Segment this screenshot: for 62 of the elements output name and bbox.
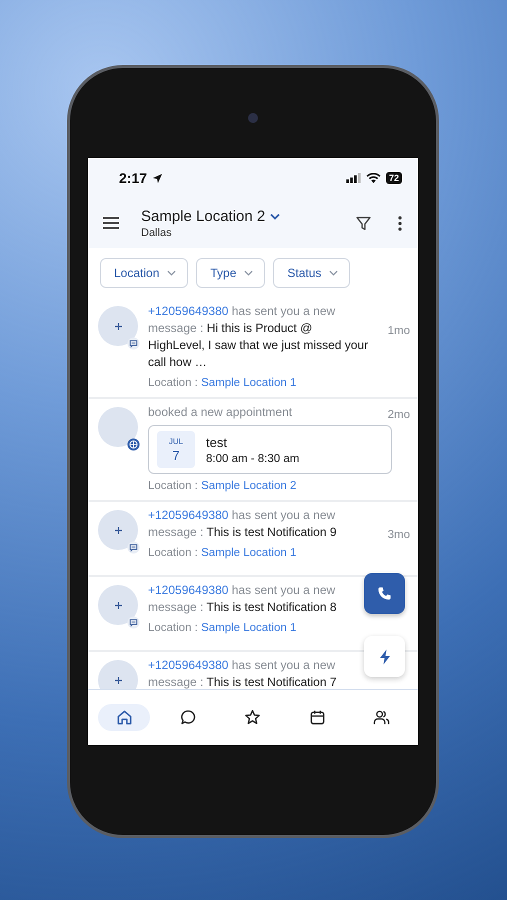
camera-dot — [248, 113, 258, 123]
filter-dropdown[interactable]: Location — [100, 258, 188, 288]
star-icon — [244, 709, 262, 726]
signal-icon — [346, 173, 361, 183]
notification-item[interactable]: booked a new appointment JUL 7 test 8:00 am - 8:30 am Location : Sample Location 2 2mo — [88, 399, 418, 502]
phone-icon — [377, 586, 392, 601]
chevron-down-icon — [167, 270, 176, 276]
notification-item[interactable]: +12059649380 has sent you a new message : This is test Notification 9 Location : Sample Location 1 3mo — [88, 502, 418, 577]
wifi-icon — [366, 172, 381, 184]
phone-link[interactable]: +12059649380 — [148, 658, 228, 672]
phone-link[interactable]: +12059649380 — [148, 304, 228, 318]
avatar-circle — [98, 306, 138, 346]
appointment-card[interactable]: JUL 7 test 8:00 am - 8:30 am — [148, 425, 392, 474]
location-subtitle: Dallas — [141, 226, 173, 238]
appointment-title: test — [206, 434, 228, 450]
notification-item[interactable]: +12059649380 has sent you a new message : Hi this is Product @ HighLevel, I saw that we just missed your call how … Location : Sample Location 1 1mo — [88, 298, 418, 399]
lightning-icon — [378, 648, 390, 664]
calendar-icon — [308, 709, 326, 726]
location-link[interactable]: Sample Location 1 — [201, 547, 296, 559]
chevron-down-icon — [244, 270, 254, 276]
notification-text: +12059649380 has sent you a new message : Hi this is Product @ HighLevel, I saw that we just missed your call how … — [148, 303, 370, 371]
avatar-circle — [98, 407, 138, 447]
home-icon — [116, 709, 133, 726]
filter-dropdown[interactable]: Type — [196, 258, 266, 288]
location-link[interactable]: Sample Location 1 — [201, 377, 296, 389]
avatar-circle — [98, 510, 138, 550]
appointment-month: JUL — [168, 436, 184, 446]
notification-text: +12059649380 has sent you a new message : This is test Notification 9 — [148, 507, 338, 541]
nav-tab[interactable] — [98, 704, 150, 731]
filter-dropdown[interactable]: Status — [273, 258, 350, 288]
chat-icon — [180, 709, 198, 726]
people-icon — [373, 709, 390, 726]
chevron-down-icon — [329, 270, 338, 276]
globe-badge-icon — [127, 438, 140, 451]
phone-link[interactable]: +12059649380 — [148, 508, 228, 522]
phone-link[interactable]: +12059649380 — [148, 583, 228, 597]
battery-indicator: 72 — [386, 172, 402, 184]
status-time: 2:17 — [119, 170, 148, 186]
chat-badge-icon — [127, 337, 140, 350]
appointment-day: 7 — [172, 448, 180, 462]
appointment-time: 8:00 am - 8:30 am — [206, 452, 300, 464]
location-text: Location : Sample Location 1 — [148, 621, 298, 636]
notification-time: 2mo — [388, 409, 410, 421]
location-text: Location : Sample Location 1 — [148, 546, 298, 561]
location-link[interactable]: Sample Location 1 — [201, 622, 296, 634]
location-arrow-icon — [152, 172, 164, 184]
avatar-circle — [98, 585, 138, 625]
more-options-icon[interactable] — [398, 216, 402, 230]
filter-icon[interactable] — [356, 216, 371, 230]
location-link[interactable]: Sample Location 2 — [201, 480, 296, 492]
notification-text: booked a new appointment — [148, 404, 294, 421]
chat-badge-icon — [127, 541, 140, 554]
location-text: Location : Sample Location 2 — [148, 479, 298, 494]
notification-time: 3mo — [388, 529, 410, 541]
location-text: Location : Sample Location 1 — [148, 376, 298, 391]
call-button[interactable] — [364, 573, 405, 614]
menu-icon[interactable] — [103, 217, 119, 229]
location-title[interactable]: Sample Location 2 — [141, 208, 266, 224]
chevron-down-icon[interactable] — [270, 212, 280, 220]
chat-badge-icon — [127, 616, 140, 629]
notification-time: 1mo — [388, 325, 410, 337]
quick-action-button[interactable] — [364, 636, 405, 677]
